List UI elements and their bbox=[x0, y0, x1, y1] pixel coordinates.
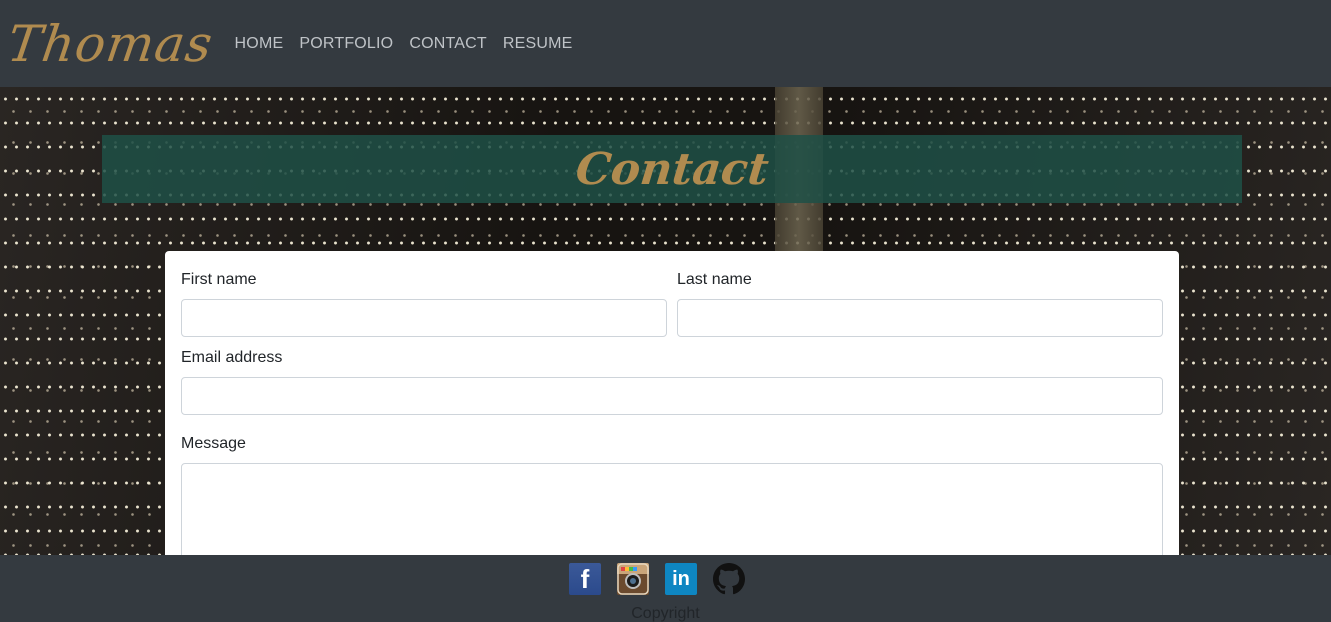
email-label: Email address bbox=[181, 349, 283, 366]
first-name-label: First name bbox=[181, 271, 257, 288]
navbar: Thomas HOME PORTFOLIO CONTACT RESUME bbox=[0, 0, 1331, 87]
github-glyph bbox=[713, 563, 745, 595]
page-title-band: Contact bbox=[102, 135, 1242, 203]
email-input[interactable] bbox=[181, 377, 1163, 415]
copyright-text: Copyright bbox=[631, 605, 700, 622]
last-name-label: Last name bbox=[677, 271, 752, 288]
first-name-input[interactable] bbox=[181, 299, 667, 337]
nav-link-resume[interactable]: RESUME bbox=[503, 35, 573, 53]
social-links: f in bbox=[569, 563, 745, 595]
brand-logo[interactable]: Thomas bbox=[4, 15, 217, 73]
nav-link-portfolio[interactable]: PORTFOLIO bbox=[299, 35, 393, 53]
footer: f in Copyright bbox=[0, 555, 1331, 622]
instagram-glyph bbox=[617, 563, 649, 595]
last-name-input[interactable] bbox=[677, 299, 1163, 337]
contact-form: First name Last name Email address Messa… bbox=[165, 251, 1179, 581]
message-label: Message bbox=[181, 435, 246, 452]
instagram-icon[interactable] bbox=[617, 563, 649, 595]
linkedin-icon[interactable]: in bbox=[665, 563, 697, 595]
github-icon[interactable] bbox=[713, 563, 745, 595]
nav-link-home[interactable]: HOME bbox=[235, 35, 284, 53]
nav-link-contact[interactable]: CONTACT bbox=[409, 35, 487, 53]
page-title: Contact bbox=[573, 143, 771, 195]
facebook-icon[interactable]: f bbox=[569, 563, 601, 595]
